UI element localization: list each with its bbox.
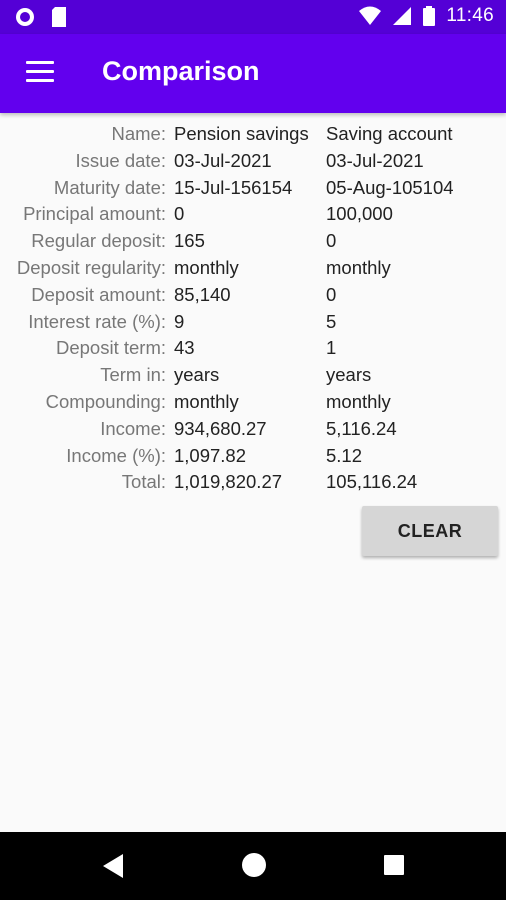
second-value: monthly [326,256,391,278]
first-value: 934,680.27 [174,417,267,439]
table-row: Income: 934,680.27 5,116.24 [0,416,506,443]
second-value: 5 [326,310,337,332]
second-value: 03-Jul-2021 [326,149,424,171]
navigation-bar [0,832,506,900]
radio-icon [16,8,34,26]
row-label: Regular deposit: [31,230,166,252]
menu-icon[interactable] [26,61,54,83]
table-row: Deposit amount: 85,140 0 [0,282,506,309]
page-title: Comparison [102,56,260,86]
table-row: Interest rate (%): 9 5 [0,309,506,336]
first-value: years [174,364,220,386]
second-value: 105,116.24 [326,471,418,493]
table-row: Compounding: monthly monthly [0,389,506,416]
second-value: years [326,364,372,386]
row-label: Total: [121,471,166,493]
signal-icon [393,7,412,25]
recents-icon[interactable] [384,855,404,875]
table-row: Income (%): 1,097.82 5.12 [0,443,506,470]
table-row: Deposit regularity: monthly monthly [0,255,506,282]
comparison-table: Name: Pension savings Saving account Issue … [0,121,506,496]
table-row: Term in: years years [0,362,506,389]
row-label: Interest rate (%): [28,310,166,332]
second-value: 5,116.24 [326,417,397,439]
second-value: 5.12 [326,444,363,466]
first-value: 9 [174,310,185,332]
row-label: Income (%): [66,444,166,466]
table-row: Name: Pension savings Saving account [0,121,506,148]
row-label: Term in: [100,364,166,386]
first-value: 03-Jul-2021 [174,149,272,171]
first-value: 165 [174,230,205,252]
row-label: Deposit term: [55,337,166,359]
back-icon[interactable] [101,853,125,879]
table-row: Issue date: 03-Jul-2021 03-Jul-2021 [0,148,506,175]
second-value: monthly [326,390,391,412]
status-right-icons: 11:46 [358,5,494,27]
second-value: 0 [326,283,337,305]
first-value: 43 [174,337,195,359]
second-value: Saving account [326,123,453,144]
row-label: Issue date: [75,149,166,171]
table-row: Principal amount: 0 100,000 [0,201,506,228]
second-value: 05-Aug-105104 [326,176,454,198]
table-row: Total: 1,019,820.27 105,116.24 [0,469,506,496]
wifi-icon [359,6,382,25]
row-label: Income: [100,417,166,439]
status-time: 11:46 [446,5,494,26]
second-value: 0 [326,230,337,252]
row-label: Name: [111,123,167,144]
status-bar: 11:46 [0,0,506,34]
table-row: Deposit term: 43 1 [0,335,506,362]
battery-icon [423,6,436,26]
row-label: Principal amount: [23,203,166,225]
first-value: monthly [174,256,239,278]
home-icon[interactable] [242,853,266,877]
status-left-icons [14,6,68,28]
sim-card-icon [52,7,66,27]
row-label: Compounding: [45,390,166,412]
row-label: Deposit regularity: [16,256,166,278]
second-value: 100,000 [326,203,393,225]
first-value: 1,097.82 [174,444,247,466]
first-value: Pension savings [174,123,309,144]
first-value: 0 [174,203,185,225]
first-value: 85,140 [174,283,231,305]
app-bar: Comparison [0,34,506,113]
first-value: monthly [174,390,239,412]
row-label: Maturity date: [53,176,166,198]
table-row: Regular deposit: 165 0 [0,228,506,255]
row-label: Deposit amount: [31,283,166,305]
first-value: 15-Jul-156154 [174,176,293,198]
first-value: 1,019,820.27 [174,471,283,493]
clear-button[interactable]: CLEAR [362,506,498,556]
second-value: 1 [326,337,337,359]
table-row: Maturity date: 15-Jul-156154 05-Aug-105104 [0,175,506,202]
